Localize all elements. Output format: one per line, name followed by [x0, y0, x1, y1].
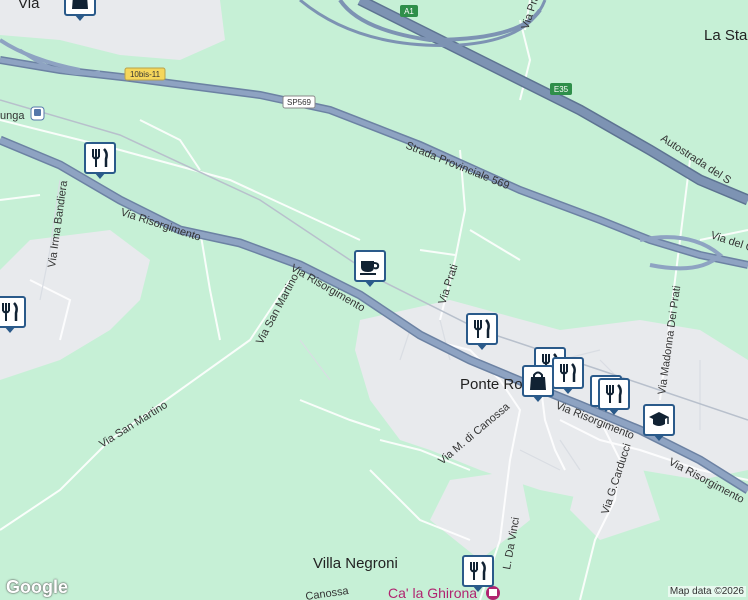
poi-top-marker[interactable] — [64, 0, 100, 21]
map-canvas[interactable]: A1 E35 SP569 10bis-11 Via Risorgimento V… — [0, 0, 748, 600]
poi-restaurant-8[interactable] — [462, 555, 498, 592]
train-station-icon[interactable] — [30, 106, 45, 121]
label-strada-provinciale: Strada Provinciale 569 — [404, 140, 511, 193]
place-la-sta: La Sta — [704, 27, 748, 44]
google-logo[interactable]: Google — [6, 577, 68, 598]
shield-e35: E35 — [554, 85, 569, 94]
label-via-risorgimento-1: Via Risorgimento — [119, 206, 202, 243]
restaurant-icon — [2, 302, 18, 321]
place-lunga: unga — [0, 110, 25, 122]
place-ponte-ro: Ponte Ro — [460, 376, 523, 393]
shield-10bis: 10bis-11 — [130, 70, 161, 79]
poi-cafe[interactable] — [354, 250, 390, 287]
poi-restaurant-1[interactable] — [84, 142, 120, 179]
label-via-prati: Via Prati — [436, 263, 460, 306]
restaurant-icon — [474, 319, 490, 338]
poi-restaurant-3[interactable] — [466, 313, 502, 350]
school-icon — [649, 412, 669, 426]
poi-restaurant-7[interactable] — [598, 378, 634, 415]
label-via-san-martino-2: Via San Martino — [97, 399, 170, 451]
place-villa-negroni: Villa Negroni — [313, 555, 398, 572]
shield-sp569: SP569 — [287, 98, 312, 107]
map-attribution[interactable]: Map data ©2026 — [667, 586, 746, 597]
label-via-prati-2: Via Prati — [519, 0, 543, 31]
label-via-san-martino-1: Via San Martino — [254, 272, 301, 347]
autostrada-a1 — [299, 0, 748, 206]
poi-restaurant-2[interactable] — [0, 296, 30, 333]
cafe-icon — [360, 261, 380, 275]
shopping-bag-icon — [72, 0, 88, 9]
shield-a1: A1 — [404, 7, 414, 16]
poi-shop[interactable] — [522, 365, 558, 402]
place-via-top: Via — [18, 0, 40, 12]
shopping-bag-icon — [530, 371, 546, 390]
label-canossa: Canossa — [305, 585, 351, 600]
poi-school[interactable] — [643, 404, 679, 441]
restaurant-icon — [470, 561, 486, 580]
restaurant-icon — [560, 363, 576, 382]
restaurant-icon — [606, 384, 622, 403]
restaurant-icon — [92, 148, 108, 167]
